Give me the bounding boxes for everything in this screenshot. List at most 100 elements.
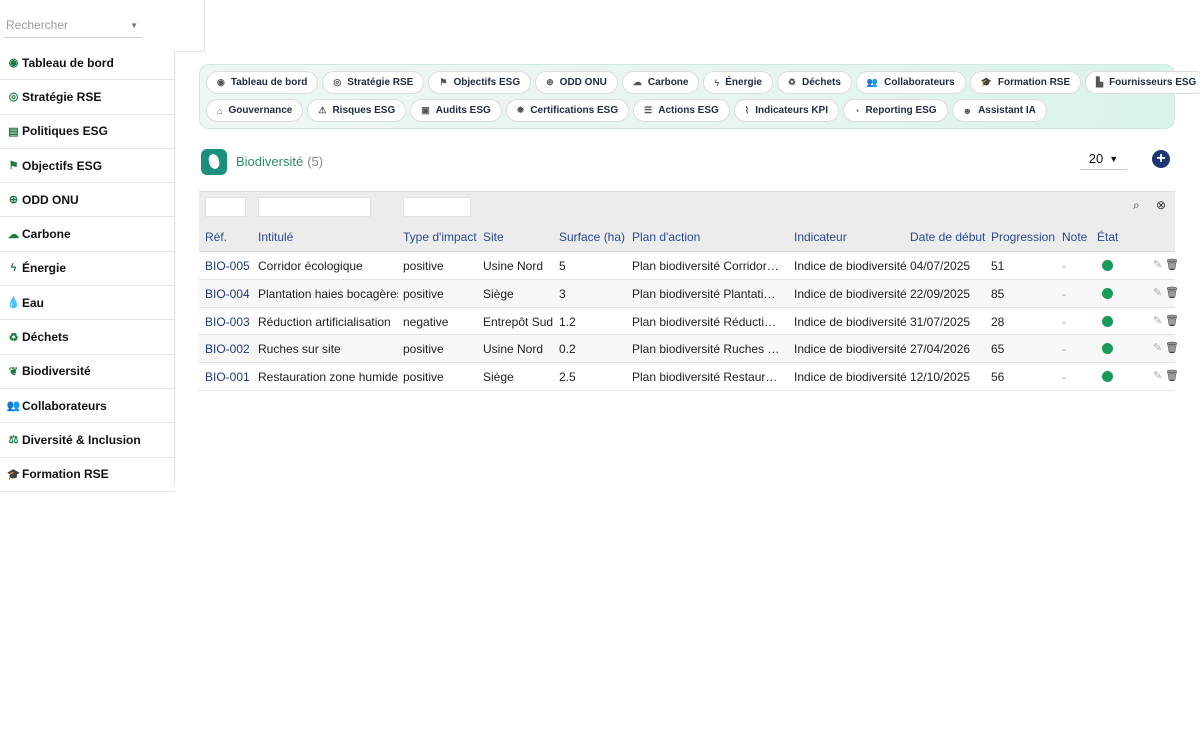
balance-icon: ⚖ [8, 434, 19, 447]
edit-icon[interactable]: ✎ [1153, 286, 1162, 299]
cell-title: Réduction artificialisation [258, 314, 391, 329]
table-row[interactable]: BIO-005 Corridor écologique positive Usine … [199, 252, 1179, 280]
quick-button-nergie[interactable]: ϟ Énergie [703, 71, 773, 94]
delete-icon[interactable]: 🗑 [1165, 314, 1179, 327]
header-col-surface[interactable]: Surface (ha) [559, 230, 625, 244]
header-col-date[interactable]: Date de début [910, 230, 985, 244]
sidebar-item-biodiversit[interactable]: ❦ Biodiversité [0, 355, 175, 389]
institution-icon: ⌂ [217, 105, 223, 116]
quick-button-reporting-esg[interactable]: ◔ Reporting ESG [843, 99, 948, 122]
header-col-plan[interactable]: Plan d'action [632, 230, 700, 244]
filter-ref-input[interactable] [205, 197, 246, 217]
sidebar-item-politiques-esg[interactable]: ▤ Politiques ESG [0, 115, 175, 149]
cell-ref[interactable]: BIO-004 [205, 287, 250, 301]
quick-button-assistant-ia[interactable]: ☻ Assistant IA [951, 99, 1047, 122]
quick-button-certifications-esg[interactable]: ✹ Certifications ESG [505, 99, 630, 122]
clipboard-icon: ▣ [421, 105, 430, 115]
sidebar-item-carbone[interactable]: ☁ Carbone [0, 217, 175, 252]
header-col-note[interactable]: Note [1062, 230, 1087, 244]
quick-button-objectifs-esg[interactable]: ⚑ Objectifs ESG [428, 71, 532, 94]
table-row[interactable]: BIO-001 Restauration zone humide positive S… [199, 363, 1179, 391]
cell-date: 22/09/2025 [910, 286, 971, 301]
header-col-status[interactable]: État [1097, 230, 1118, 244]
sidebar: Rechercher ▼ ◉ Tableau de bord ◎ Stratégie … [0, 0, 175, 492]
quick-button-actions-esg[interactable]: ☰ Actions ESG [633, 99, 730, 122]
cell-impact: positive [403, 342, 444, 357]
edit-icon[interactable]: ✎ [1153, 314, 1162, 327]
cell-note: - [1062, 342, 1066, 357]
page-size-select[interactable]: 20 ▼ [1080, 148, 1127, 170]
quick-button-tableau-de-bord[interactable]: ◉ Tableau de bord [206, 71, 319, 94]
status-dot [1102, 343, 1113, 355]
graduation-cap-icon: 🎓 [980, 77, 992, 87]
cell-ref[interactable]: BIO-002 [205, 342, 250, 356]
edit-icon[interactable]: ✎ [1153, 341, 1162, 354]
sidebar-item-d-chets[interactable]: ♻ Déchets [0, 320, 175, 355]
target-icon: ◎ [8, 91, 19, 104]
quick-button-fournisseurs-esg[interactable]: ▙ Fournisseurs ESG [1085, 71, 1200, 94]
header-col-impact[interactable]: Type d'impact [403, 230, 477, 244]
table-row[interactable]: BIO-002 Ruches sur site positive Usine Nord… [199, 335, 1179, 364]
header-col-title[interactable]: Intitulé [258, 230, 293, 244]
page-title[interactable]: Biodiversité [236, 154, 303, 169]
header-col-indicator[interactable]: Indicateur [794, 230, 847, 244]
sidebar-item-objectifs-esg[interactable]: ⚑ Objectifs ESG [0, 149, 175, 184]
quick-button-strat-gie-rse[interactable]: ◎ Stratégie RSE [322, 71, 425, 94]
cell-surface: 3 [559, 286, 566, 301]
sidebar-item-eau[interactable]: 💧 Eau [0, 286, 175, 321]
quick-access-row-2: ⌂ Gouvernance ⚠ Risques ESG ▣ Audits ESG ✹ Cert… [206, 99, 1168, 122]
sidebar-item-odd-onu[interactable]: ⊕ ODD ONU [0, 183, 175, 218]
cell-title: Restauration zone humide [258, 370, 398, 385]
delete-icon[interactable]: 🗑 [1165, 286, 1179, 299]
header-col-site[interactable]: Site [483, 230, 504, 244]
filter-title-input[interactable] [258, 197, 371, 217]
page-size-value: 20 [1088, 151, 1104, 166]
delete-icon[interactable]: 🗑 [1165, 258, 1179, 271]
delete-icon[interactable]: 🗑 [1165, 369, 1179, 382]
table-row[interactable]: BIO-003 Réduction artificialisation negati… [199, 307, 1179, 336]
quick-button-d-chets[interactable]: ♻ Déchets [776, 71, 852, 94]
quick-button-odd-onu[interactable]: ⊕ ODD ONU [535, 71, 618, 94]
chevron-down-icon[interactable]: ▼ [130, 21, 138, 30]
search-icon[interactable]: ⌕ [1133, 198, 1140, 213]
cell-ref[interactable]: BIO-003 [205, 315, 250, 329]
cell-ref[interactable]: BIO-005 [205, 259, 250, 273]
quick-button-collaborateurs[interactable]: 👥 Collaborateurs [855, 71, 966, 94]
sidebar-item-diversit-inclusion[interactable]: ⚖ Diversité & Inclusion [0, 423, 175, 458]
search-input[interactable]: Rechercher ▼ [4, 16, 142, 38]
sidebar-item-nergie[interactable]: ϟ Énergie [0, 252, 175, 287]
quick-button-carbone[interactable]: ☁ Carbone [621, 71, 700, 94]
data-table: ⌕ ⊗ Réf. Intitulé Type d'impact Site Surface… [199, 191, 1179, 391]
add-record-button[interactable]: + [1152, 150, 1170, 168]
quick-button-gouvernance[interactable]: ⌂ Gouvernance [206, 99, 304, 122]
header-col-ref[interactable]: Réf. [205, 230, 227, 244]
recycle-icon: ♻ [8, 331, 19, 344]
quick-button-formation-rse[interactable]: 🎓 Formation RSE [969, 71, 1082, 94]
sidebar-item-formation-rse[interactable]: 🎓 Formation RSE [0, 458, 175, 492]
cell-date: 04/07/2025 [910, 259, 971, 273]
quick-access-row-1: ◉ Tableau de bord ◎ Stratégie RSE ⚑ Objectifs… [206, 71, 1200, 94]
sidebar-item-strat-gie-rse[interactable]: ◎ Stratégie RSE [0, 80, 175, 115]
filter-impact-input[interactable] [403, 197, 471, 217]
quick-button-audits-esg[interactable]: ▣ Audits ESG [410, 99, 502, 122]
header-col-progress[interactable]: Progression [991, 230, 1055, 244]
cell-impact: positive [403, 370, 444, 385]
cell-ref[interactable]: BIO-001 [205, 370, 250, 384]
sidebar-item-label: Objectifs ESG [22, 158, 103, 173]
sidebar-item-collaborateurs[interactable]: 👥 Collaborateurs [0, 389, 175, 424]
delete-icon[interactable]: 🗑 [1165, 341, 1179, 354]
cell-date: 31/07/2025 [910, 314, 971, 329]
cell-surface: 2.5 [559, 370, 576, 385]
edit-icon[interactable]: ✎ [1153, 369, 1162, 382]
edit-icon[interactable]: ✎ [1153, 258, 1162, 271]
quick-button-label: Objectifs ESG [453, 77, 521, 88]
quick-button-risques-esg[interactable]: ⚠ Risques ESG [307, 99, 407, 122]
cell-site: Entrepôt Sud [483, 314, 554, 329]
clear-filter-icon[interactable]: ⊗ [1156, 198, 1166, 212]
cell-impact: positive [403, 259, 444, 273]
quick-button-indicateurs-kpi[interactable]: ⌇ Indicateurs KPI [733, 99, 840, 122]
table-row[interactable]: BIO-004 Plantation haies bocagères positiv… [199, 279, 1179, 308]
sidebar-item-tableau-de-bord[interactable]: ◉ Tableau de bord [0, 46, 175, 81]
cell-indicator: Indice de biodiversité [794, 342, 906, 357]
flag-icon: ⚑ [8, 160, 19, 173]
